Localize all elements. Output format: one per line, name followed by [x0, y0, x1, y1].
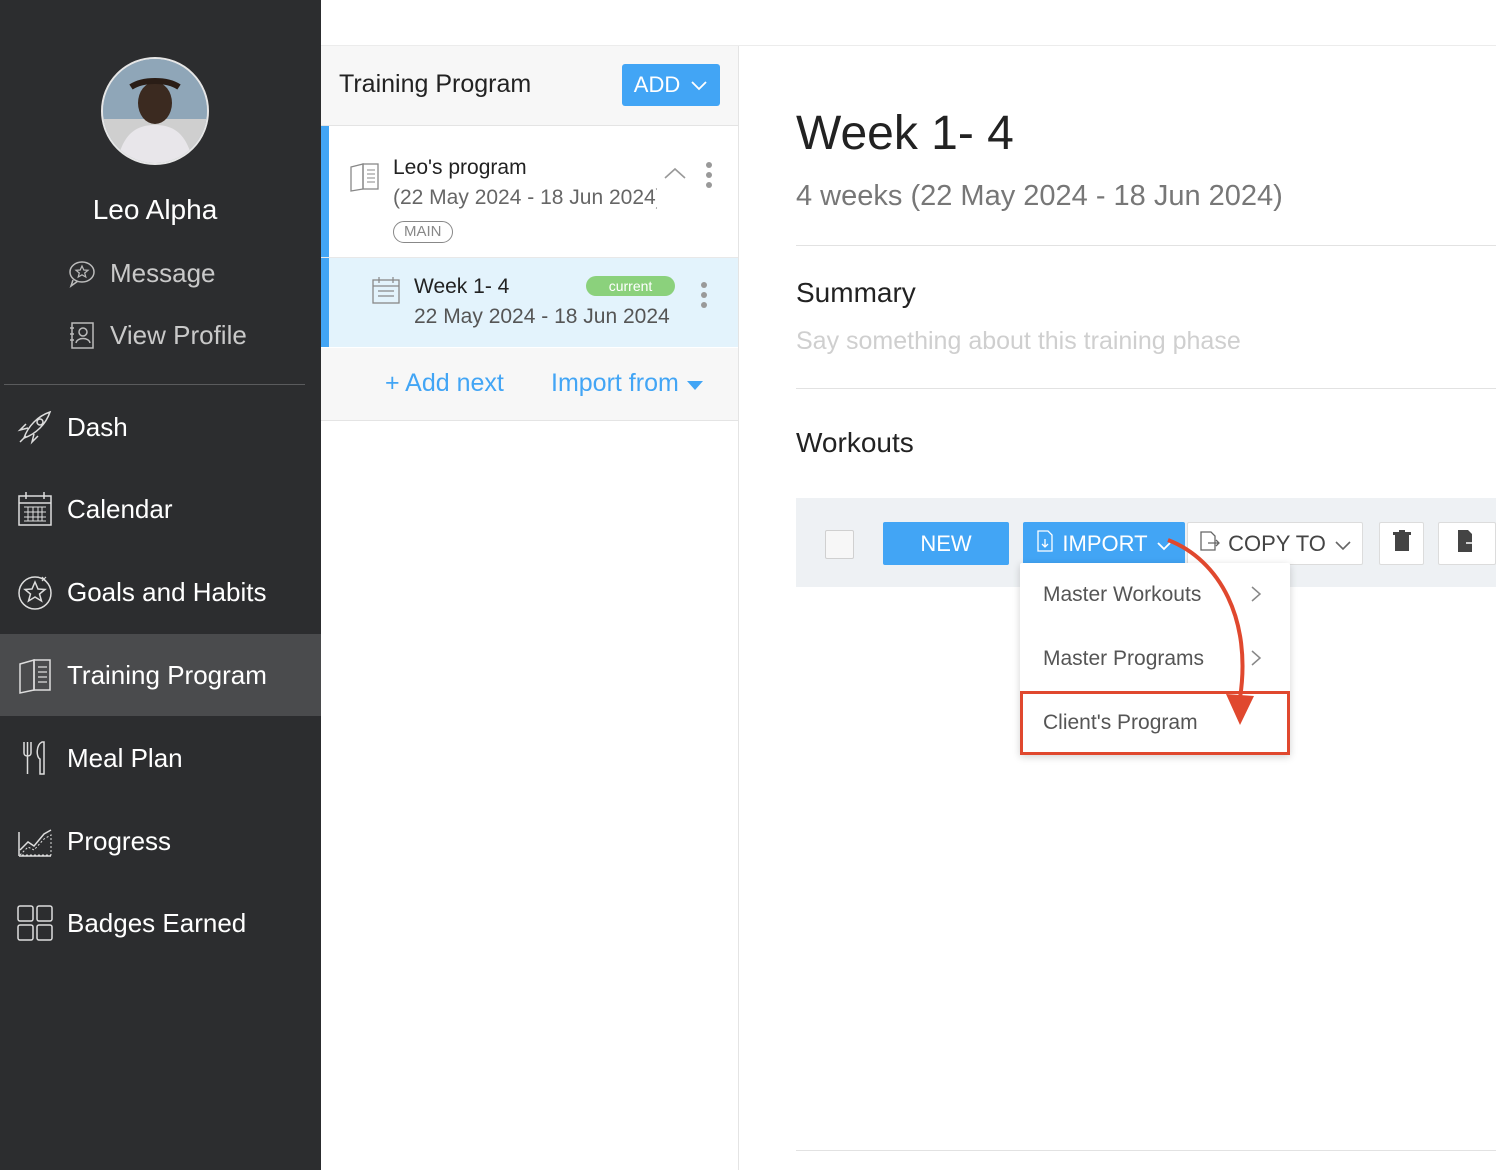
avatar[interactable]: [101, 57, 209, 165]
phase-actions: + Add next Import from: [321, 348, 738, 421]
book-icon: [15, 655, 55, 695]
nav-label: Training Program: [67, 659, 267, 690]
nav-item-calendar[interactable]: Calendar: [0, 468, 321, 550]
calendar-icon: [15, 489, 55, 529]
rocket-icon: [15, 407, 55, 447]
add-next-link[interactable]: + Add next: [385, 369, 504, 398]
nav-label: Dash: [67, 411, 128, 442]
trash-icon: [1392, 530, 1411, 557]
chevron-up-icon[interactable]: [663, 166, 687, 185]
selection-bar: [321, 126, 329, 257]
phase-title: Week 1- 4: [796, 107, 1014, 160]
nav-item-dash[interactable]: Dash: [0, 386, 321, 468]
add-label: ADD: [633, 72, 681, 97]
nav-item-goals-and-habits[interactable]: Goals and Habits: [0, 551, 321, 633]
chevron-down-icon: [1334, 531, 1352, 557]
divider: [796, 388, 1496, 389]
nav-item-badges-earned[interactable]: Badges Earned: [0, 882, 321, 964]
summary-title: Summary: [796, 277, 916, 308]
phase-subtitle: 4 weeks (22 May 2024 - 18 Jun 2024): [796, 180, 1283, 212]
file-export-icon: [1456, 529, 1479, 558]
program-list-panel: Training Program ADD Leo's program (22 M…: [321, 46, 739, 1170]
nav-label: Badges Earned: [67, 907, 247, 938]
chevron-down-icon: [690, 72, 708, 98]
nav-label: Calendar: [67, 493, 173, 524]
main-badge: MAIN: [393, 221, 453, 243]
file-import-icon: [1036, 529, 1054, 558]
utensils-icon: [15, 738, 55, 778]
new-workout-button[interactable]: NEW: [883, 522, 1009, 565]
panel-title: Training Program: [339, 70, 532, 98]
phase-item[interactable]: Week 1- 4 current 22 May 2024 - 18 Jun 2…: [321, 258, 738, 347]
divider: [796, 1150, 1496, 1151]
program-dates: (22 May 2024 - 18 Jun 2024): [393, 186, 657, 209]
current-badge: current: [586, 276, 675, 296]
program-name: Leo's program: [393, 156, 527, 179]
nav-label: Meal Plan: [67, 742, 183, 773]
nav-item-meal-plan[interactable]: Meal Plan: [0, 717, 321, 799]
nav-item-training-program[interactable]: Training Program: [0, 634, 321, 716]
phase-more-menu-icon[interactable]: [700, 282, 708, 308]
profile-card-icon: [66, 319, 98, 351]
phase-dates: 22 May 2024 - 18 Jun 2024: [414, 305, 670, 328]
top-bar: [321, 0, 1496, 46]
import-label: IMPORT: [1062, 530, 1148, 556]
user-name: Leo Alpha: [92, 194, 218, 225]
chart-icon: [15, 821, 55, 861]
summary-input[interactable]: Say something about this training phase: [796, 327, 1241, 356]
selection-bar: [321, 258, 329, 347]
message-label: Message: [110, 257, 216, 288]
delete-button[interactable]: [1379, 522, 1424, 565]
phase-name: Week 1- 4: [414, 275, 510, 298]
import-from-label: Import from: [551, 369, 679, 397]
nav-item-progress[interactable]: Progress: [0, 800, 321, 882]
import-from-link[interactable]: Import from: [551, 369, 703, 398]
message-link[interactable]: Message: [66, 256, 216, 290]
workouts-title: Workouts: [796, 427, 914, 458]
view-profile-link[interactable]: View Profile: [66, 318, 247, 352]
grid-icon: [15, 903, 55, 943]
view-profile-label: View Profile: [110, 319, 247, 350]
program-item[interactable]: Leo's program (22 May 2024 - 18 Jun 2024…: [321, 126, 738, 258]
add-button[interactable]: ADD: [622, 64, 720, 106]
sidebar: Leo Alpha Message View Profile Dash Cale…: [0, 0, 321, 1170]
program-more-menu-icon[interactable]: [705, 162, 713, 188]
caret-down-icon: [686, 369, 703, 398]
nav-label: Progress: [67, 825, 172, 856]
select-all-checkbox[interactable]: [825, 530, 854, 559]
calendar-list-icon: [371, 275, 401, 310]
book-icon: [349, 162, 381, 197]
annotation-arrow-icon: [1167, 538, 1254, 725]
nav-label: Goals and Habits: [67, 576, 267, 607]
divider: [796, 245, 1496, 246]
panel-header: Training Program ADD: [321, 46, 738, 126]
star-badge-icon: [15, 572, 55, 612]
sidebar-divider: [4, 384, 305, 385]
export-button[interactable]: [1438, 522, 1496, 565]
chat-star-icon: [66, 257, 98, 289]
